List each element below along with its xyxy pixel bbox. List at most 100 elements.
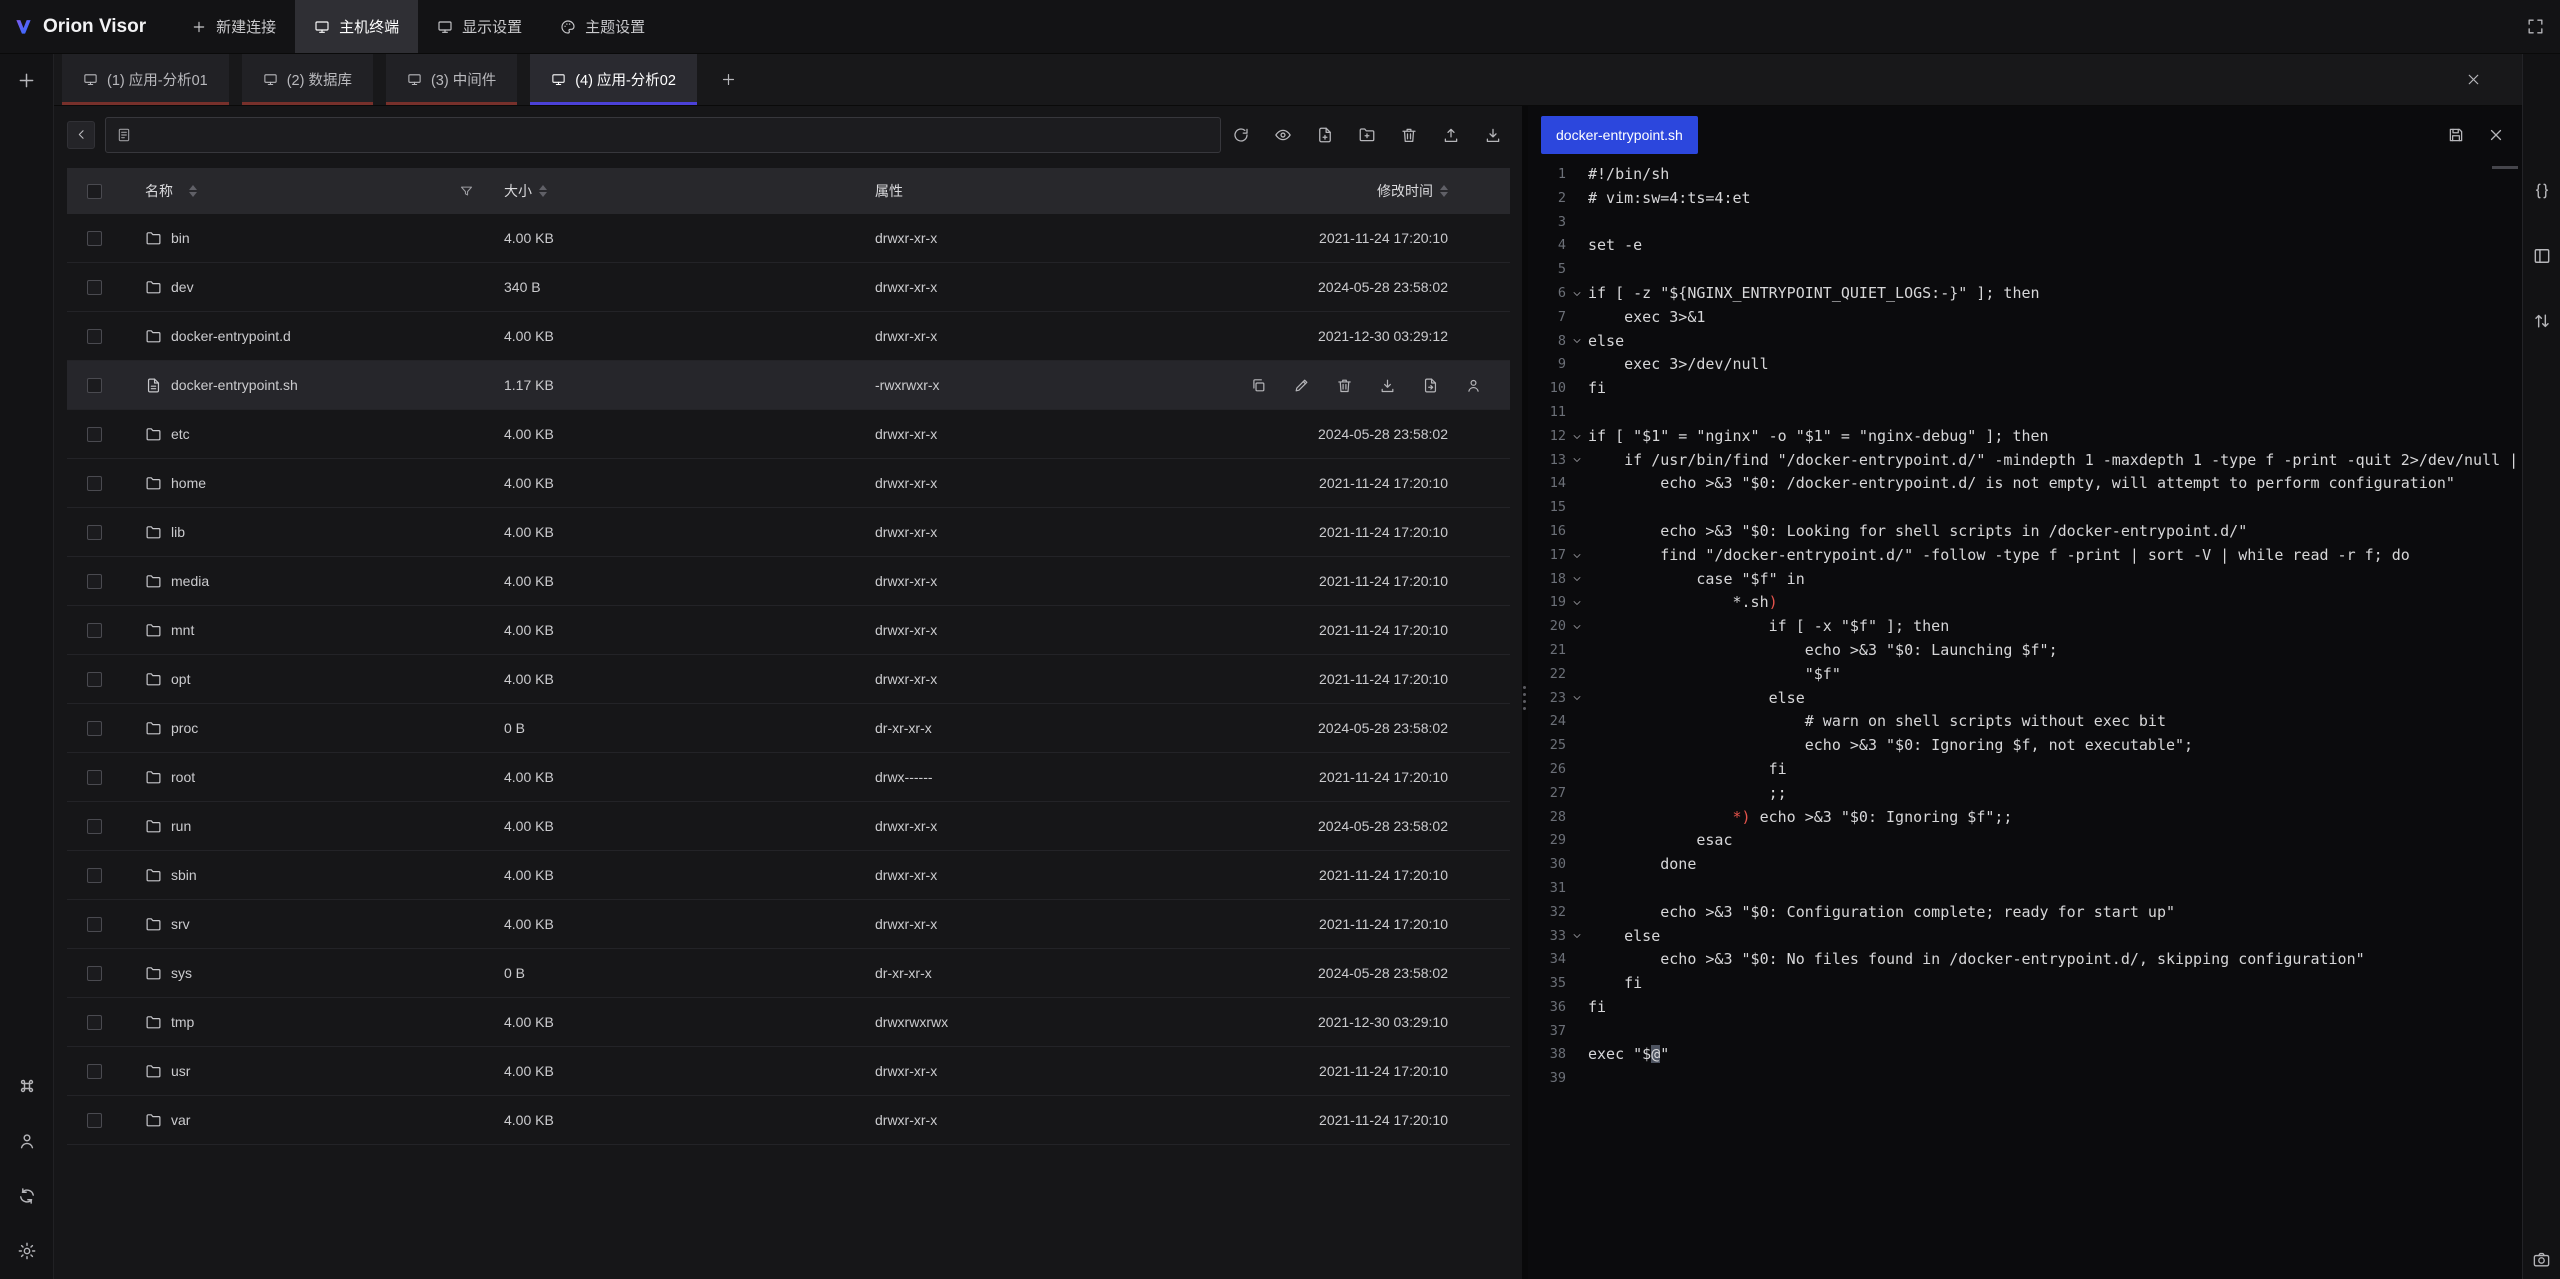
file-row-proc[interactable]: proc0 Bdr-xr-xr-x2024-05-28 23:58:02 <box>67 704 1510 753</box>
fold-chevron-icon[interactable] <box>1566 930 1588 942</box>
panel-toggle-icon[interactable] <box>2532 246 2552 266</box>
row-checkbox[interactable] <box>87 378 102 393</box>
sort-mtime-icon[interactable] <box>1440 185 1448 197</box>
copy-icon[interactable] <box>1250 377 1267 394</box>
file-row-mnt[interactable]: mnt4.00 KBdrwxr-xr-x2021-11-24 17:20:10 <box>67 606 1510 655</box>
new-folder-icon[interactable] <box>1358 126 1376 144</box>
file-row-bin[interactable]: bin4.00 KBdrwxr-xr-x2021-11-24 17:20:10 <box>67 214 1510 263</box>
row-checkbox[interactable] <box>87 672 102 687</box>
menu-item-display[interactable]: 显示设置 <box>418 0 541 53</box>
new-session-icon[interactable] <box>16 70 37 91</box>
menu-item-terminal[interactable]: 主机终端 <box>295 0 418 53</box>
row-checkbox[interactable] <box>87 819 102 834</box>
col-size-label[interactable]: 大小 <box>504 181 532 201</box>
row-checkbox[interactable] <box>87 1064 102 1079</box>
file-row-home[interactable]: home4.00 KBdrwxr-xr-x2021-11-24 17:20:10 <box>67 459 1510 508</box>
terminal-tab-4[interactable]: (4) 应用-分析02 <box>530 54 697 105</box>
fold-chevron-icon[interactable] <box>1566 597 1588 609</box>
row-checkbox[interactable] <box>87 966 102 981</box>
app-logo[interactable]: Orion Visor <box>0 0 172 53</box>
refresh-icon[interactable] <box>1232 126 1250 144</box>
file-row-sys[interactable]: sys0 Bdr-xr-xr-x2024-05-28 23:58:02 <box>67 949 1510 998</box>
col-name-label[interactable]: 名称 <box>145 181 173 201</box>
fold-chevron-icon[interactable] <box>1566 431 1588 443</box>
terminal-tab-2[interactable]: (2) 数据库 <box>242 54 373 105</box>
upload-icon[interactable] <box>1442 126 1460 144</box>
close-tabs-icon[interactable] <box>2465 71 2482 88</box>
back-button[interactable] <box>67 121 95 149</box>
file-row-docker-entrypoint.sh[interactable]: docker-entrypoint.sh1.17 KB-rwxrwxr-x <box>67 361 1510 410</box>
eye-icon[interactable] <box>1274 126 1292 144</box>
row-checkbox[interactable] <box>87 1015 102 1030</box>
file-row-srv[interactable]: srv4.00 KBdrwxr-xr-x2021-11-24 17:20:10 <box>67 900 1510 949</box>
file-row-lib[interactable]: lib4.00 KBdrwxr-xr-x2021-11-24 17:20:10 <box>67 508 1510 557</box>
menu-item-plus[interactable]: 新建连接 <box>172 0 295 53</box>
save-icon[interactable] <box>2447 126 2465 144</box>
row-checkbox[interactable] <box>87 574 102 589</box>
fold-chevron-icon[interactable] <box>1566 288 1588 300</box>
fold-chevron-icon[interactable] <box>1566 573 1588 585</box>
fold-chevron-icon[interactable] <box>1566 621 1588 633</box>
fold-chevron-icon[interactable] <box>1566 550 1588 562</box>
download-icon[interactable] <box>1379 377 1396 394</box>
sort-name-icon[interactable] <box>189 185 197 197</box>
permission-icon[interactable] <box>1465 377 1482 394</box>
select-all-checkbox[interactable] <box>87 184 102 199</box>
fold-chevron-icon[interactable] <box>1566 692 1588 704</box>
path-input[interactable] <box>140 127 1210 143</box>
row-checkbox[interactable] <box>87 1113 102 1128</box>
file-row-opt[interactable]: opt4.00 KBdrwxr-xr-x2021-11-24 17:20:10 <box>67 655 1510 704</box>
file-row-tmp[interactable]: tmp4.00 KBdrwxrwxrwx2021-12-30 03:29:10 <box>67 998 1510 1047</box>
trash-icon[interactable] <box>1336 377 1353 394</box>
sync-icon[interactable] <box>17 1186 37 1206</box>
code-editor[interactable]: 1#!/bin/sh2# vim:sw=4:ts=4:et34set -e56i… <box>1528 163 2522 1279</box>
fold-chevron-icon[interactable] <box>1566 335 1588 347</box>
file-row-run[interactable]: run4.00 KBdrwxr-xr-x2024-05-28 23:58:02 <box>67 802 1510 851</box>
terminal-tab-1[interactable]: (1) 应用-分析01 <box>62 54 229 105</box>
sort-size-icon[interactable] <box>539 185 547 197</box>
file-row-media[interactable]: media4.00 KBdrwxr-xr-x2021-11-24 17:20:1… <box>67 557 1510 606</box>
row-checkbox[interactable] <box>87 917 102 932</box>
download-icon[interactable] <box>1484 126 1502 144</box>
fullscreen-icon[interactable] <box>2526 17 2545 36</box>
folder-icon <box>145 328 162 345</box>
file-row-dev[interactable]: dev340 Bdrwxr-xr-x2024-05-28 23:58:02 <box>67 263 1510 312</box>
row-checkbox[interactable] <box>87 231 102 246</box>
braces-icon[interactable] <box>2532 181 2552 201</box>
filter-icon[interactable] <box>459 184 474 199</box>
row-checkbox[interactable] <box>87 721 102 736</box>
editor-file-tab[interactable]: docker-entrypoint.sh <box>1541 116 1698 154</box>
user-icon[interactable] <box>17 1131 37 1151</box>
row-checkbox[interactable] <box>87 525 102 540</box>
editor-close-icon[interactable] <box>2487 126 2505 144</box>
row-checkbox[interactable] <box>87 868 102 883</box>
row-checkbox[interactable] <box>87 427 102 442</box>
move-icon[interactable] <box>1422 377 1439 394</box>
file-row-docker-entrypoint.d[interactable]: docker-entrypoint.d4.00 KBdrwxr-xr-x2021… <box>67 312 1510 361</box>
file-row-usr[interactable]: usr4.00 KBdrwxr-xr-x2021-11-24 17:20:10 <box>67 1047 1510 1096</box>
settings-gear-icon[interactable] <box>17 1241 37 1261</box>
edit-icon[interactable] <box>1293 377 1310 394</box>
command-snippet-icon[interactable] <box>17 1076 37 1096</box>
row-checkbox[interactable] <box>87 329 102 344</box>
row-checkbox[interactable] <box>87 280 102 295</box>
row-checkbox[interactable] <box>87 770 102 785</box>
path-list-icon[interactable] <box>116 127 132 143</box>
file-row-sbin[interactable]: sbin4.00 KBdrwxr-xr-x2021-11-24 17:20:10 <box>67 851 1510 900</box>
add-tab-icon[interactable] <box>720 71 737 88</box>
row-checkbox[interactable] <box>87 476 102 491</box>
terminal-tab-3[interactable]: (3) 中间件 <box>386 54 517 105</box>
col-mtime-label[interactable]: 修改时间 <box>1377 181 1433 201</box>
trash-icon[interactable] <box>1400 126 1418 144</box>
row-checkbox[interactable] <box>87 623 102 638</box>
file-row-var[interactable]: var4.00 KBdrwxr-xr-x2021-11-24 17:20:10 <box>67 1096 1510 1145</box>
fold-chevron-icon[interactable] <box>1566 454 1588 466</box>
code-line-37: 37 <box>1528 1020 2522 1044</box>
menu-item-theme[interactable]: 主题设置 <box>541 0 664 53</box>
scrollbar-thumb[interactable] <box>2492 166 2518 169</box>
new-file-icon[interactable] <box>1316 126 1334 144</box>
file-row-etc[interactable]: etc4.00 KBdrwxr-xr-x2024-05-28 23:58:02 <box>67 410 1510 459</box>
file-row-root[interactable]: root4.00 KBdrwx------2021-11-24 17:20:10 <box>67 753 1510 802</box>
screenshot-icon[interactable] <box>2532 1250 2551 1269</box>
swap-vertical-icon[interactable] <box>2532 311 2552 331</box>
